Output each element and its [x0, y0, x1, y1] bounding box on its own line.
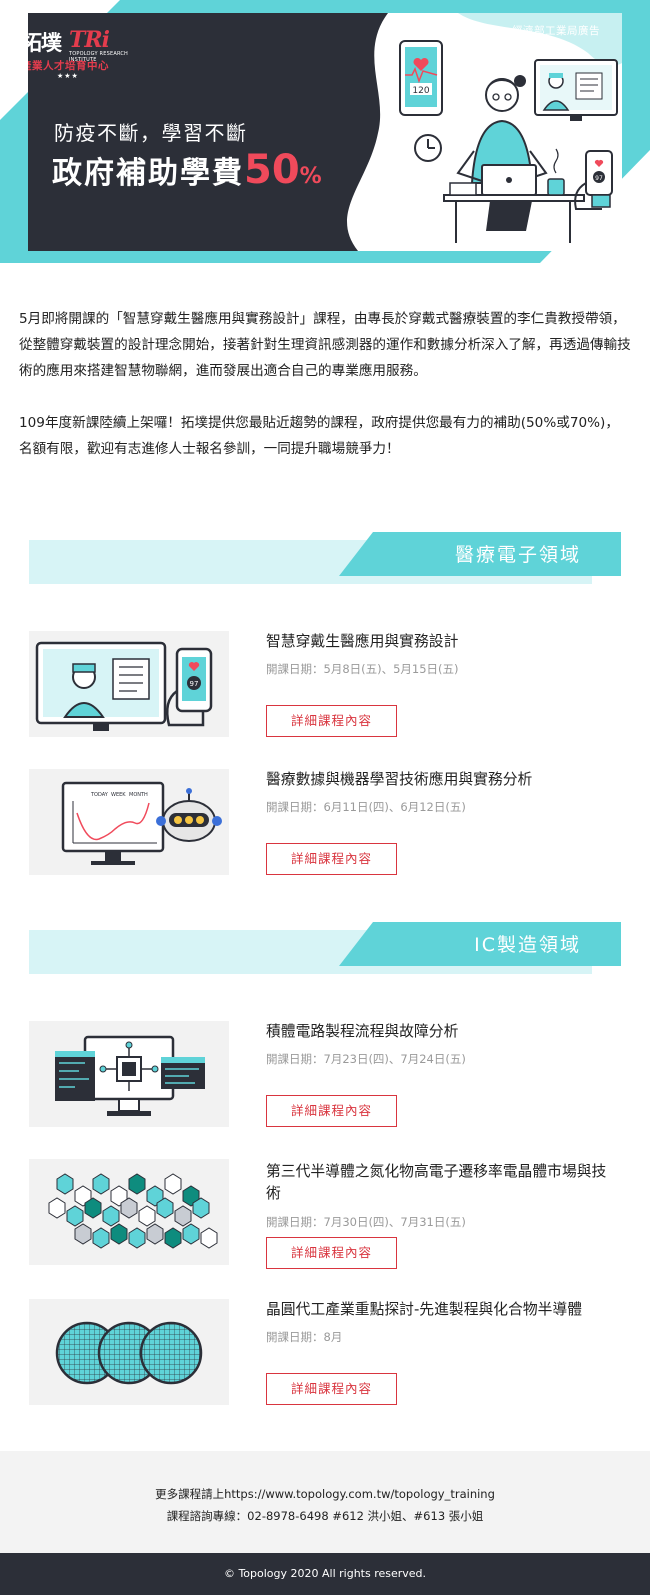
course-image-gan-hemt [29, 1159, 229, 1265]
course-image-ic-process [29, 1021, 229, 1127]
wafer-icon [55, 1321, 203, 1385]
doctor-monitor-phone-icon: 97 [35, 641, 213, 731]
hero-headline-text: 政府補助學費 [52, 156, 244, 191]
course-detail-button[interactable]: 詳細課程內容 [266, 843, 397, 875]
course-image-machine-learning: TODAY WEEK MONTH [29, 769, 229, 875]
section-title: 醫療電子領域 [454, 544, 581, 566]
course-detail-button[interactable]: 詳細課程內容 [266, 1095, 397, 1127]
svg-text:MONTH: MONTH [129, 792, 148, 798]
course-date: 開課日期：6月11日(四)、6月12日(五) [266, 800, 466, 814]
svg-text:TODAY: TODAY [90, 792, 109, 798]
hexagon-pattern-icon [48, 1173, 218, 1249]
course-image-foundry [29, 1299, 229, 1405]
course-date: 開課日期：7月30日(四)、7月31日(五) [266, 1215, 466, 1229]
course-title: 積體電路製程流程與故障分析 [266, 1023, 459, 1040]
hero-dark-panel: 經濟部工業局廣告 拓墣 TRi TOPOLOGY RESEARCH INSTIT… [28, 13, 622, 251]
course-date: 開課日期：5月8日(五)、5月15日(五) [266, 662, 459, 676]
chip-monitor-icon [55, 1035, 205, 1116]
course-title: 醫療數據與機器學習技術應用與實務分析 [266, 771, 533, 788]
logo-main-text: 拓墣 [28, 30, 62, 55]
woman-laptop-icon [456, 75, 548, 196]
footer-info: 更多課程請上https://www.topology.com.tw/topolo… [0, 1451, 650, 1554]
course-date: 開課日期：7月23日(四)、7月24日(五) [266, 1052, 466, 1066]
course-detail-button[interactable]: 詳細課程內容 [266, 1373, 397, 1405]
course-title: 晶圓代工產業重點探討-先進製程與化合物半導體 [266, 1301, 583, 1318]
hero-headline-percent: 50 [244, 147, 300, 193]
course-image-wearable: 97 [29, 631, 229, 737]
intro-text: 5月即將開課的「智慧穿戴生醫應用與實務設計」課程，由專長於穿戴式醫療裝置的李仁貴… [19, 306, 631, 462]
section-banner-medical: 醫療電子領域 [29, 532, 621, 584]
course-detail-button[interactable]: 詳細課程內容 [266, 705, 397, 737]
footer-more-courses-link[interactable]: 更多課程請上https://www.topology.com.tw/topolo… [0, 1483, 650, 1505]
svg-text:WEEK: WEEK [111, 792, 126, 798]
course-detail-button[interactable]: 詳細課程內容 [266, 1237, 397, 1269]
svg-text:97: 97 [595, 175, 603, 182]
clock-icon [414, 134, 442, 162]
svg-text:120: 120 [412, 86, 429, 96]
tablet-heart-icon: 120 [399, 40, 443, 116]
intro-paragraph-2: 109年度新課陸續上架囉！拓墣提供您最貼近趨勢的課程，政府提供您最有力的補助(5… [19, 415, 619, 457]
chart-robot-icon: TODAY WEEK MONTH [61, 781, 222, 865]
hero-illustration-telemedicine: 120 97 [399, 40, 618, 243]
topology-logo[interactable]: 拓墣 TRi TOPOLOGY RESEARCH INSTITUTE 產業人才培… [28, 27, 139, 83]
hero-banner: 經濟部工業局廣告 拓墣 TRi TOPOLOGY RESEARCH INSTIT… [0, 0, 650, 263]
logo-center-name: 產業人才培育中心 [28, 60, 109, 72]
hero-headline-percent-sign: % [299, 164, 324, 189]
course-date: 開課日期：8月 [266, 1330, 343, 1344]
course-title: 智慧穿戴生醫應用與實務設計 [266, 633, 459, 650]
logo-stars: ★★★ [57, 72, 79, 80]
section-banner-ic: IC製造領域 [29, 922, 621, 974]
svg-text:97: 97 [190, 680, 199, 688]
course-title: 第三代半導體之氮化物高電子遷移率電晶體市場與技術 [266, 1163, 607, 1202]
footer-contact: 課程諮詢專線：02-8978-6498 #612 洪小姐、#613 張小姐 [166, 1509, 484, 1523]
hero-headline: 政府補助學費50% [52, 147, 324, 193]
footer-copyright: © Topology 2020 All rights reserved. [0, 1553, 650, 1595]
logo-tri-text: TRi [69, 27, 110, 53]
intro-paragraph-1: 5月即將開課的「智慧穿戴生醫應用與實務設計」課程，由專長於穿戴式醫療裝置的李仁貴… [19, 311, 631, 379]
monitor-doctor-icon [534, 59, 618, 121]
section-title: IC製造領域 [474, 934, 581, 956]
hero-tagline: 防疫不斷，學習不斷 [54, 121, 248, 145]
